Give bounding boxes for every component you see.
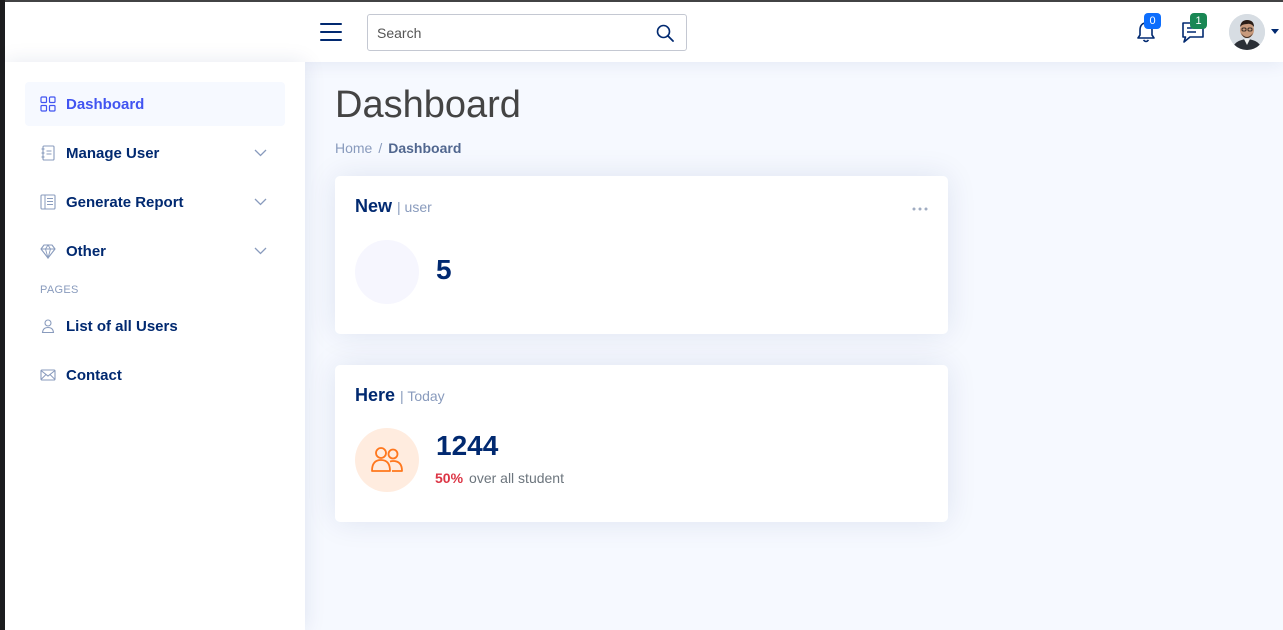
layout-text-icon: [40, 194, 56, 210]
menu-line: [320, 31, 342, 33]
sidebar-item-label: Generate Report: [66, 193, 184, 211]
card-icon-circle: [355, 240, 419, 304]
chevron-down-icon: [254, 146, 267, 159]
sidebar-item-label: Contact: [66, 366, 122, 384]
page-title: Dashboard: [335, 84, 521, 126]
chevron-down-icon: [254, 195, 267, 208]
sidebar-item-label: List of all Users: [66, 317, 178, 335]
breadcrumb-separator: /: [378, 140, 383, 156]
sidebar: Dashboard Manage User Generate Report Ot…: [5, 62, 305, 630]
more-options-icon[interactable]: [912, 198, 928, 211]
breadcrumb-home-link[interactable]: Home: [335, 140, 372, 156]
top-header: 0 1: [5, 2, 1283, 62]
percent-description: over all student: [469, 470, 564, 486]
new-user-card: New | user 5: [335, 176, 948, 334]
sidebar-item-generate-report[interactable]: Generate Report: [25, 180, 285, 224]
grid-icon: [40, 96, 56, 112]
sidebar-item-dashboard[interactable]: Dashboard: [25, 82, 285, 126]
messages-button[interactable]: 1: [1181, 13, 1207, 49]
sidebar-section-heading: Pages: [40, 284, 79, 296]
chat-icon: [1181, 22, 1205, 48]
envelope-icon: [40, 367, 56, 383]
card-percent-line: 50% over all student: [435, 470, 564, 486]
profile-dropdown-caret[interactable]: [1271, 29, 1279, 34]
menu-line: [320, 39, 342, 41]
sidebar-item-label: Dashboard: [66, 95, 145, 113]
card-subtitle: | user: [397, 199, 432, 215]
bell-icon: [1135, 21, 1157, 48]
gem-icon: [40, 243, 56, 260]
sidebar-item-contact[interactable]: Contact: [25, 353, 285, 397]
messages-badge: 1: [1190, 13, 1207, 29]
percent-value: 50%: [435, 470, 464, 486]
today-card: Here | Today 1244 50% over all student: [335, 365, 948, 522]
search-icon[interactable]: [656, 24, 676, 44]
toggle-sidebar-button[interactable]: [320, 23, 342, 41]
journal-text-icon: [40, 145, 56, 161]
sidebar-item-other[interactable]: Other: [25, 229, 285, 273]
card-value: 1244: [436, 430, 499, 461]
search-bar: [367, 14, 687, 51]
card-subtitle: | Today: [400, 388, 445, 404]
search-input[interactable]: [368, 15, 638, 50]
people-icon: [370, 445, 404, 480]
card-value: 5: [436, 254, 452, 285]
sidebar-item-label: Other: [66, 242, 107, 260]
card-title-text: Here: [355, 385, 396, 405]
sidebar-item-label: Manage User: [66, 144, 160, 162]
card-title-text: New: [355, 196, 393, 216]
card-title: Here | Today: [355, 385, 445, 406]
people-icon-circle: [355, 428, 419, 492]
user-avatar[interactable]: [1229, 14, 1265, 50]
breadcrumb: Home / Dashboard: [335, 140, 461, 156]
menu-line: [320, 23, 342, 25]
notifications-button[interactable]: 0: [1135, 13, 1161, 49]
person-icon: [40, 318, 56, 334]
card-title: New | user: [355, 196, 432, 217]
chevron-down-icon: [254, 244, 267, 257]
sidebar-item-manage-user[interactable]: Manage User: [25, 131, 285, 175]
sidebar-item-list-of-all-users[interactable]: List of all Users: [25, 304, 285, 348]
breadcrumb-current: Dashboard: [388, 140, 462, 156]
notifications-badge: 0: [1144, 13, 1161, 29]
